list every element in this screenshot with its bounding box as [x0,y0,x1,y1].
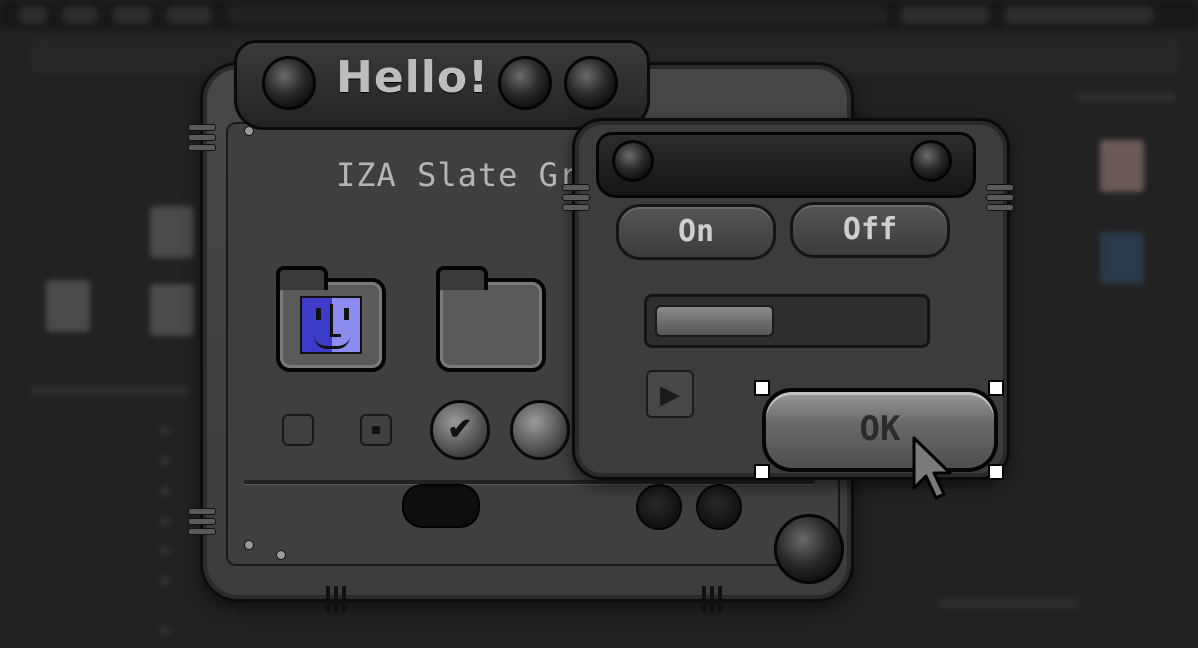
menu-item [112,6,152,24]
menu-bar [0,0,1198,30]
finder-eye [316,308,321,320]
frame-rib [188,124,216,131]
desktop-dot [160,626,170,636]
off-button[interactable]: Off [790,202,950,258]
desktop-app-icon [1100,140,1144,192]
dialog-close-knob-icon[interactable] [612,140,654,182]
progress-track[interactable] [644,294,930,348]
frame-rib [334,586,338,612]
frame-rib [188,528,216,535]
on-button[interactable]: On [616,204,776,260]
screw-bolt [276,550,286,560]
frame-rib [986,204,1014,211]
scroll-grip[interactable] [402,484,480,528]
frame-rib [326,586,330,612]
desktop-dot [160,576,170,586]
frame-rib [986,184,1014,191]
footer-knob-icon[interactable] [636,484,682,530]
mouse-cursor-icon [912,436,952,500]
zoom-knob-icon[interactable] [498,56,552,110]
selection-handle [754,464,770,480]
desktop-dot [160,426,170,436]
folder-tab [276,266,328,290]
desktop-file-icon [150,284,194,336]
menu-extra [900,6,990,24]
finder-folder[interactable] [276,266,386,372]
frame-rib [710,586,714,612]
window-title: Hello! [336,52,490,103]
frame-rib [562,204,590,211]
desktop-line [30,386,190,396]
frame-rib [562,184,590,191]
frame-rib [986,194,1014,201]
finder-smile [314,336,350,349]
theme-name-label: IZA Slate Gr [336,156,580,194]
frame-rib [702,586,706,612]
resize-knob-icon[interactable] [774,514,844,584]
frame-rib [188,508,216,515]
desktop-dot [160,546,170,556]
checkbox-empty[interactable] [282,414,314,446]
frame-rib [188,144,216,151]
folder-icon[interactable] [436,266,546,372]
desktop-file-icon [150,206,194,258]
desktop-dot [160,486,170,496]
menu-item [62,6,98,24]
desktop-app-icon [1100,232,1144,284]
desktop-file-icon [46,280,90,332]
frame-rib [342,586,346,612]
apple-menu-icon [18,6,48,24]
progress-fill [655,305,774,337]
frame-rib [188,134,216,141]
folder-tab [436,266,488,290]
desktop-dot [160,456,170,466]
menu-extra [1004,6,1154,24]
footer-knob-icon[interactable] [696,484,742,530]
selection-handle [988,380,1004,396]
frame-rib [718,586,722,612]
checkbox-dot [372,426,380,434]
menu-item [166,6,212,24]
frame-rib [562,194,590,201]
selection-handle [988,464,1004,480]
radio-button[interactable] [510,400,570,460]
ok-button[interactable]: OK [762,388,998,472]
selection-handle [754,380,770,396]
screw-bolt [244,540,254,550]
dialog-zoom-knob-icon[interactable] [910,140,952,182]
checkbox-indeterminate[interactable] [360,414,392,446]
finder-icon [300,296,362,354]
finder-eye [344,308,349,320]
close-knob-icon[interactable] [262,56,316,110]
disclosure-triangle-icon[interactable]: ▶ [646,370,694,418]
desktop-dot [160,516,170,526]
menu-spacer [228,6,888,24]
frame-rib [188,518,216,525]
window-divider [244,480,814,485]
collapse-knob-icon[interactable] [564,56,618,110]
desktop-line [1076,92,1176,102]
checkmark-icon[interactable]: ✔ [430,400,490,460]
desktop-line [940,598,1080,608]
finder-nose [330,304,341,337]
